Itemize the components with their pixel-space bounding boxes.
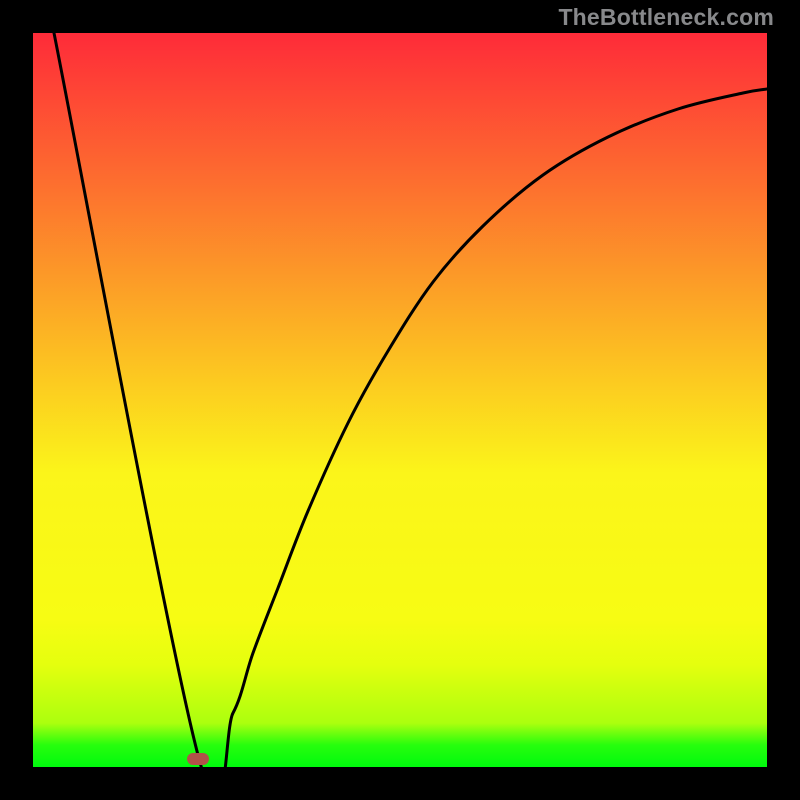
curve-path bbox=[54, 33, 767, 767]
chart-frame: TheBottleneck.com bbox=[0, 0, 800, 800]
bottleneck-marker bbox=[187, 753, 209, 765]
watermark-text: TheBottleneck.com bbox=[558, 4, 774, 31]
bottleneck-curve bbox=[33, 33, 767, 767]
